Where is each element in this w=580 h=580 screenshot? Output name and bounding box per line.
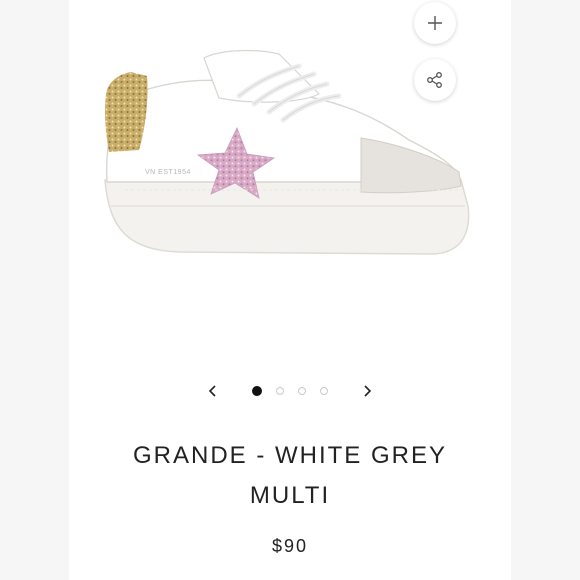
chevron-right-icon	[364, 385, 372, 397]
model-stamp: VN EST1954	[145, 169, 191, 176]
prev-image-button[interactable]	[200, 378, 226, 404]
product-title: GRANDE - WHITE GREY MULTI	[90, 436, 490, 516]
plus-icon	[428, 16, 442, 30]
product-title-line: MULTI	[249, 482, 331, 509]
carousel-dot[interactable]	[298, 387, 306, 395]
image-carousel-nav	[200, 378, 380, 404]
product-title-line: GRANDE - WHITE GREY	[132, 442, 447, 469]
zoom-button[interactable]	[414, 2, 456, 44]
carousel-dot[interactable]	[276, 387, 284, 395]
carousel-dot[interactable]	[320, 387, 328, 395]
product-price: $90	[271, 536, 309, 556]
product-image[interactable]: VN EST1954	[69, 0, 511, 360]
share-icon	[427, 72, 442, 88]
carousel-dots	[252, 386, 328, 396]
next-image-button[interactable]	[354, 378, 380, 404]
share-button[interactable]	[414, 59, 456, 101]
chevron-left-icon	[208, 385, 216, 397]
carousel-dot[interactable]	[252, 386, 262, 396]
